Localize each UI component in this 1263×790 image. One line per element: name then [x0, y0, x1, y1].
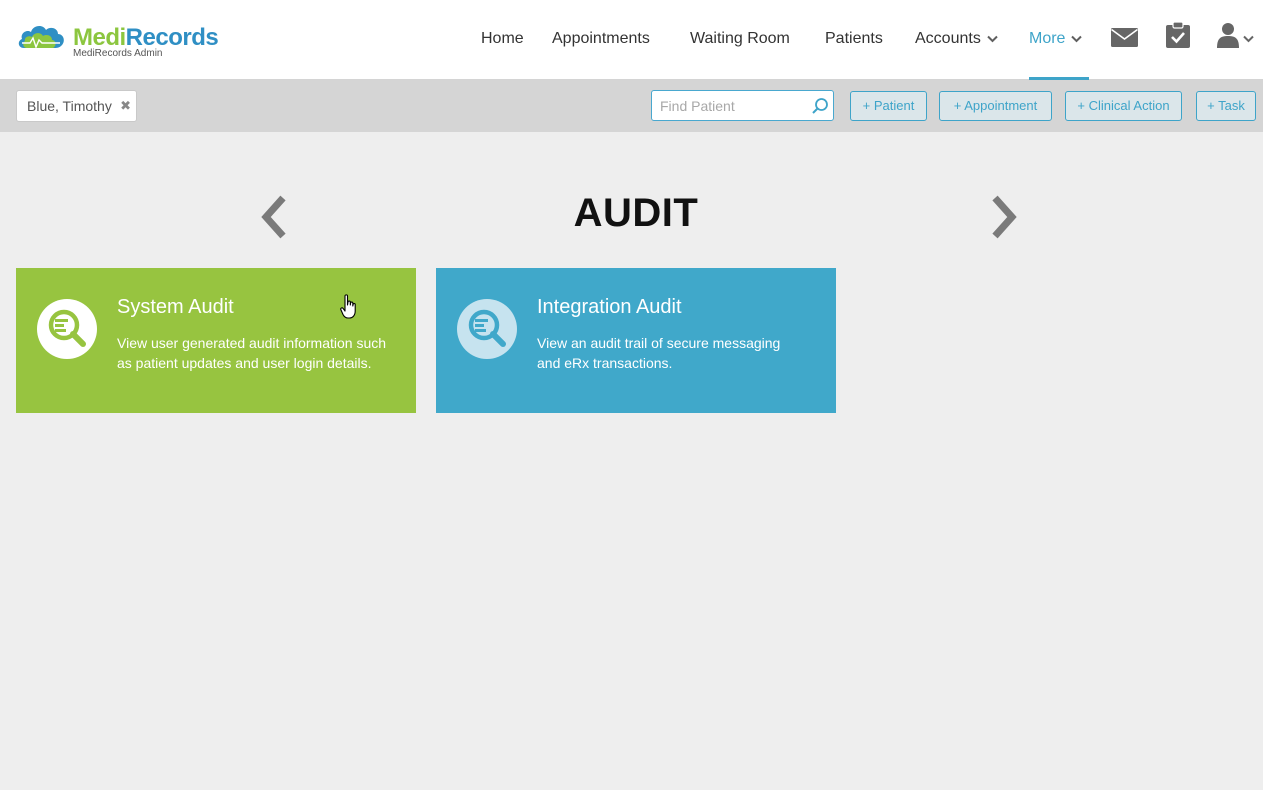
- hand-cursor-icon: [340, 294, 356, 319]
- add-clinical-action-button[interactable]: + Clinical Action: [1065, 91, 1182, 121]
- find-patient-input[interactable]: [652, 91, 802, 120]
- chevron-down-icon: [987, 35, 998, 43]
- previous-arrow-icon[interactable]: [259, 194, 289, 240]
- nav-appointments[interactable]: Appointments: [552, 0, 650, 80]
- mail-icon[interactable]: [1111, 28, 1138, 47]
- nav-accounts[interactable]: Accounts: [915, 0, 998, 80]
- patient-toolbar: Blue, Timothy ✖ + Patient + Appointment …: [0, 80, 1263, 132]
- audit-search-icon: [37, 299, 97, 359]
- selected-patient-tag[interactable]: Blue, Timothy ✖: [16, 90, 137, 122]
- page-title: AUDIT: [573, 191, 699, 235]
- cloud-logo-icon: [18, 26, 64, 49]
- add-patient-button[interactable]: + Patient: [850, 91, 927, 121]
- nav-patients[interactable]: Patients: [825, 0, 883, 80]
- medirecords-logo[interactable]: MediRecords MediRecords Admin: [16, 20, 226, 64]
- nav-waiting-room[interactable]: Waiting Room: [690, 0, 790, 80]
- find-patient-search[interactable]: [651, 90, 834, 121]
- card-description: View an audit trail of secure messaging …: [537, 335, 781, 371]
- chevron-down-icon: [1071, 35, 1083, 43]
- user-icon[interactable]: [1217, 22, 1239, 48]
- close-icon[interactable]: ✖: [120, 91, 131, 121]
- add-task-button[interactable]: + Task: [1196, 91, 1256, 121]
- search-icon[interactable]: [811, 97, 829, 115]
- nav-home[interactable]: Home: [481, 0, 524, 80]
- add-appointment-button[interactable]: + Appointment: [939, 91, 1052, 121]
- patient-name: Blue, Timothy: [27, 98, 112, 114]
- card-title: System Audit: [117, 296, 234, 318]
- brand-subtitle: MediRecords Admin: [73, 48, 163, 59]
- integration-audit-card[interactable]: Integration Audit View an audit trail of…: [436, 268, 836, 413]
- next-arrow-icon[interactable]: [989, 194, 1019, 240]
- audit-search-icon: [457, 299, 517, 359]
- nav-more[interactable]: More: [1029, 0, 1089, 80]
- card-title: Integration Audit: [537, 296, 682, 318]
- chevron-down-icon[interactable]: [1243, 35, 1254, 43]
- system-audit-card[interactable]: System Audit View user generated audit i…: [16, 268, 416, 413]
- card-description: View user generated audit information su…: [117, 335, 387, 371]
- clipboard-check-icon[interactable]: [1166, 22, 1190, 48]
- top-header: MediRecords MediRecords Admin Home Appoi…: [0, 0, 1263, 80]
